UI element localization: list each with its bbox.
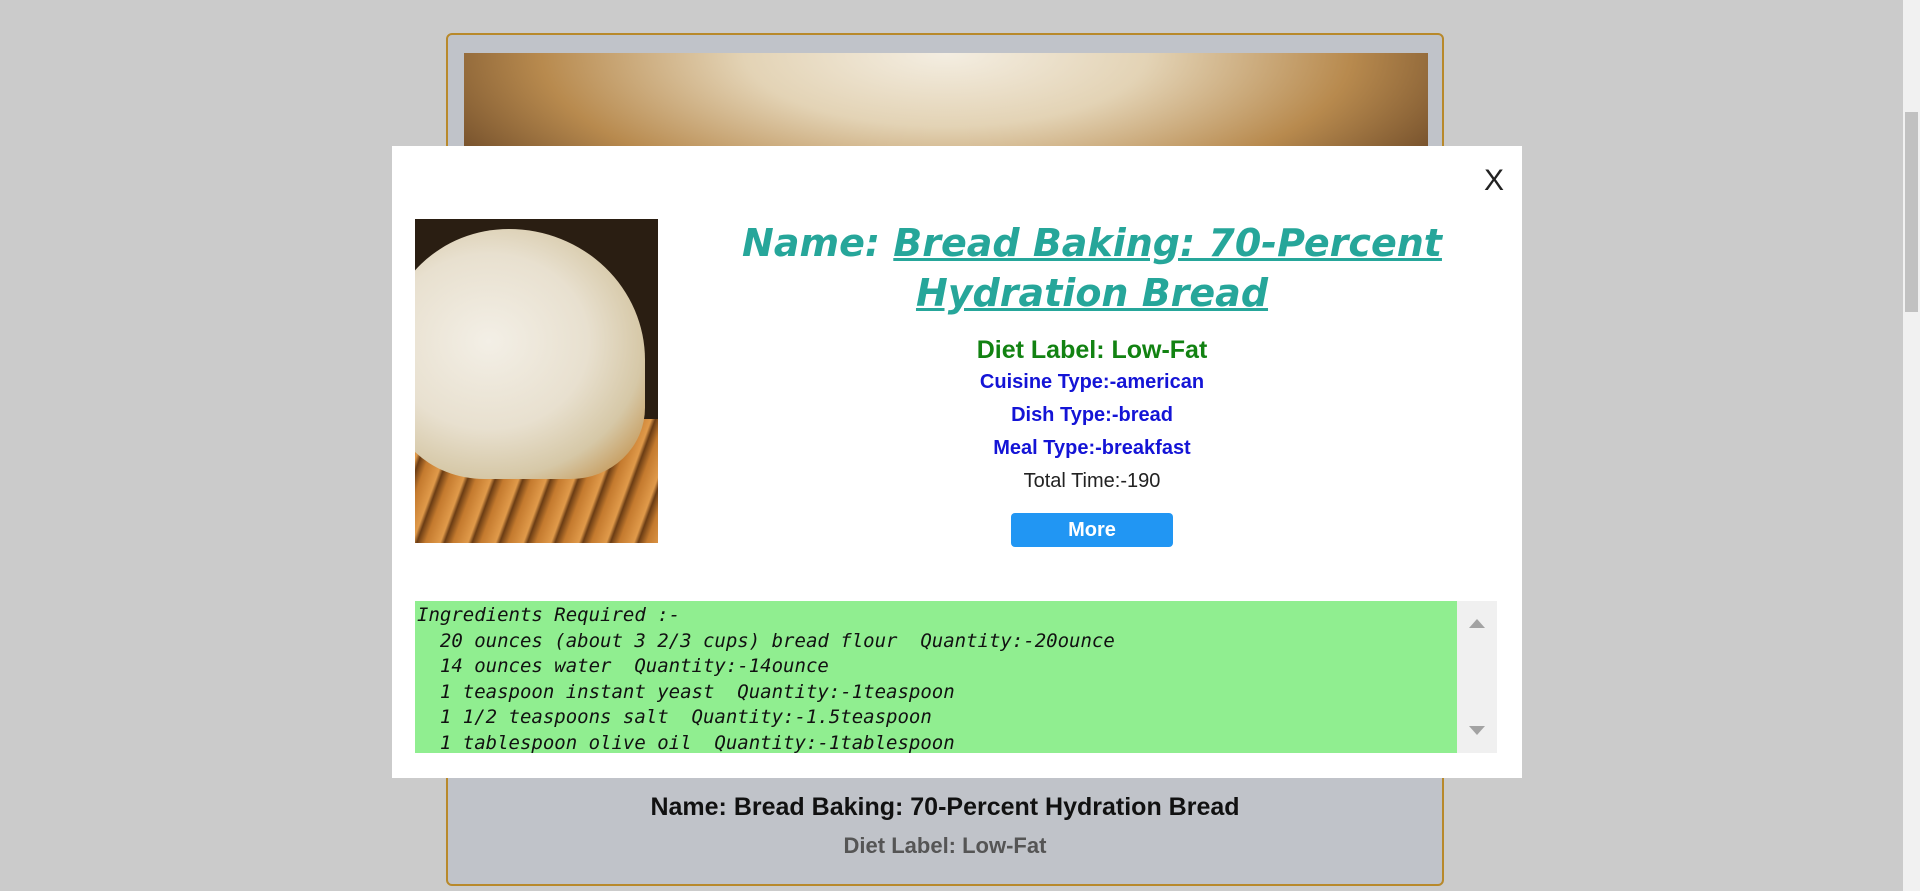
diet-label: Diet Label: Low-Fat — [976, 336, 1208, 364]
ingredients-textarea[interactable]: Ingredients Required :- 20 ounces (about… — [415, 601, 1457, 753]
bread-loaf — [415, 229, 645, 479]
ingredient-item: 1 teaspoon instant yeast Quantity:-1teas… — [439, 680, 955, 703]
meal-type: Meal Type:-breakfast — [993, 437, 1191, 459]
recipe-name-prefix: Name: — [742, 221, 894, 265]
close-icon[interactable]: X — [1484, 164, 1504, 198]
total-time: Total Time:-190 — [1023, 470, 1161, 492]
ingredient-item: 1 1/2 teaspoons salt Quantity:-1.5teaspo… — [439, 706, 932, 728]
cuisine-type: Cuisine Type:-american — [979, 371, 1205, 393]
recipe-card-diet: Diet Label: Low-Fat — [843, 833, 1047, 858]
recipe-image — [415, 219, 658, 543]
recipe-modal: X Name: Bread Baking: 70-Percent Hydrati… — [392, 146, 1522, 778]
scroll-down-arrow-icon[interactable] — [1469, 726, 1485, 735]
scroll-up-arrow-icon[interactable] — [1469, 619, 1485, 628]
page-scrollbar[interactable] — [1903, 0, 1920, 891]
page-scrollbar-thumb[interactable] — [1905, 112, 1918, 312]
recipe-card-title: Name: Bread Baking: 70-Percent Hydration… — [650, 793, 1240, 821]
recipe-info: Name: Bread Baking: 70-Percent Hydration… — [682, 218, 1502, 547]
ingredients-header: Ingredients Required :- — [417, 604, 681, 626]
ingredient-item: 20 ounces (about 3 2/3 cups) bread flour… — [439, 629, 1115, 652]
recipe-name-link[interactable]: Bread Baking: 70-Percent Hydration Bread — [893, 221, 1442, 315]
dish-type: Dish Type:-bread — [1011, 404, 1173, 426]
ingredients-text: Ingredients Required :- 20 ounces (about… — [417, 603, 1455, 753]
recipe-name: Name: Bread Baking: 70-Percent Hydration… — [682, 218, 1502, 318]
ingredient-item: 14 ounces water Quantity:-14ounce — [439, 655, 829, 677]
more-button[interactable]: More — [1011, 513, 1173, 547]
ingredients-scrollbar[interactable] — [1457, 601, 1497, 753]
ingredient-item: 1 tablespoon olive oil Quantity:-1tables… — [439, 731, 955, 754]
